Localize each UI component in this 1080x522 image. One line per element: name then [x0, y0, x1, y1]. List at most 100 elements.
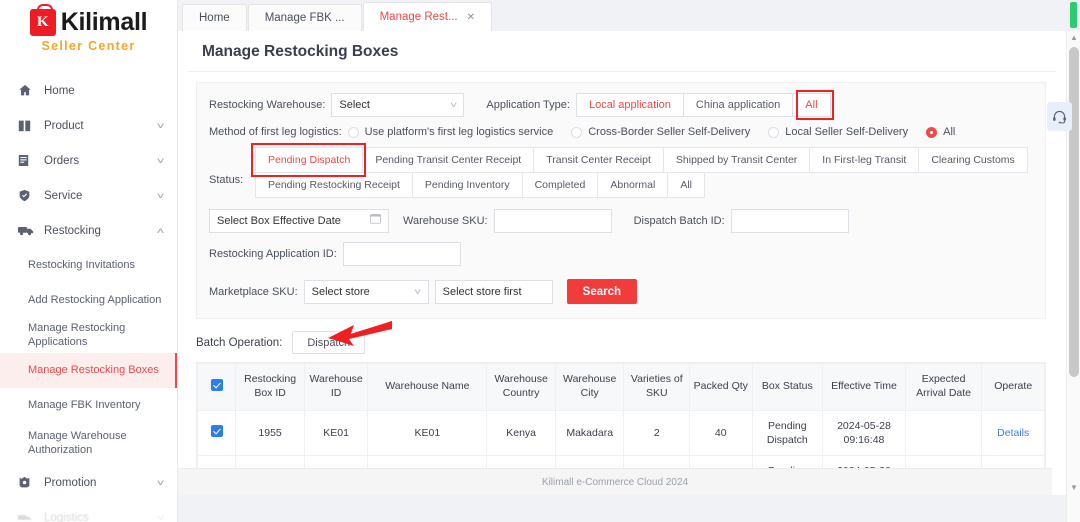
red-arrow-annotation — [328, 321, 392, 346]
sidebar-item-manage-restocking-boxes[interactable]: Manage Restocking Boxes — [0, 353, 177, 388]
segment-label: Local application — [588, 99, 671, 111]
footer-text: Kilimall e-Commerce Cloud 2024 — [541, 476, 689, 488]
application-type-all[interactable]: All — [793, 93, 831, 117]
sidebar-item-promotion[interactable]: Promotion ˅ — [0, 465, 177, 500]
sidebar-item-manage-restocking-applications[interactable]: Manage Restocking Applications — [0, 318, 177, 353]
sidebar-item-restocking-invitations[interactable]: Restocking Invitations — [0, 248, 177, 283]
sidebar-item-label: Restocking — [44, 224, 101, 237]
sidebar-item-add-restocking-application[interactable]: Add Restocking Application — [0, 283, 177, 318]
dispatch-batch-id-input[interactable] — [730, 209, 849, 233]
truck-icon — [18, 224, 36, 238]
status-tab-label: All — [680, 179, 692, 191]
status-tab-pending-transit-center-receipt[interactable]: Pending Transit Center Receipt — [363, 147, 535, 173]
application-type-china[interactable]: China application — [683, 93, 794, 117]
status-tab-row-2: Pending Restocking Receipt Pending Inven… — [255, 172, 1028, 198]
home-icon — [18, 84, 36, 98]
header-warehouse-city: Warehouse City — [554, 363, 625, 411]
radio-use-platform-service[interactable]: Use platform's first leg logistics servi… — [347, 126, 568, 138]
status-tab-transit-center-receipt[interactable]: Transit Center Receipt — [534, 147, 664, 173]
page-content: Manage Restocking Boxes Restocking Wareh… — [178, 31, 1066, 495]
marketplace-store-placeholder: Select store — [311, 285, 370, 298]
tab-home[interactable]: Home — [182, 4, 247, 31]
logistics-icon — [18, 511, 36, 522]
checkbox-checked-icon[interactable] — [210, 424, 223, 437]
radio-dot-icon — [571, 126, 583, 138]
sidebar-item-label: Home — [44, 84, 75, 97]
radio-local-seller-self-delivery[interactable]: Local Seller Self-Delivery — [768, 126, 922, 138]
scroll-up-arrow-icon[interactable]: ▲ — [1067, 33, 1080, 42]
radio-cross-border-self-delivery[interactable]: Cross-Border Seller Self-Delivery — [571, 126, 764, 138]
brand-name: Kilimall — [60, 8, 148, 36]
sidebar-item-label: Promotion — [44, 476, 97, 489]
vertical-scrollbar-thumb[interactable] — [1069, 47, 1079, 377]
details-link[interactable]: Details — [981, 410, 1045, 456]
customer-service-button[interactable] — [1047, 102, 1072, 131]
sidebar-item-service[interactable]: Service ˅ — [0, 178, 177, 213]
radio-dot-icon — [768, 126, 780, 138]
brand-subtitle: Seller Center — [41, 39, 136, 53]
sidebar-item-orders[interactable]: Orders ˅ — [0, 143, 177, 178]
sidebar-item-label: Product — [44, 119, 84, 132]
checkbox-checked-icon[interactable] — [210, 378, 223, 391]
box-effective-date-input[interactable]: Select Box Effective Date — [209, 209, 389, 233]
row-checkbox-cell[interactable] — [196, 410, 237, 456]
status-tab-clearing-customs[interactable]: Clearing Customs — [919, 147, 1028, 173]
status-tab-abnormal[interactable]: Abnormal — [598, 172, 669, 198]
sidebar-subitem-label: Add Restocking Application — [28, 293, 162, 306]
calendar-icon — [370, 210, 381, 232]
warehouse-sku-label: Warehouse SKU: — [403, 215, 488, 227]
status-tab-label: Pending Dispatch — [268, 154, 351, 166]
scroll-down-arrow-icon[interactable]: ▼ — [1067, 483, 1080, 492]
sidebar-item-manage-warehouse-authorization[interactable]: Manage Warehouse Authorization — [0, 423, 177, 465]
status-tab-shipped-by-transit-center[interactable]: Shipped by Transit Center — [663, 147, 811, 173]
search-button[interactable]: Search — [566, 279, 638, 304]
footer: Kilimall e-Commerce Cloud 2024 — [178, 468, 1052, 495]
segment-label: All — [805, 99, 818, 111]
radio-all-logistics[interactable]: All — [926, 126, 969, 138]
sidebar-item-label: Logistics — [44, 511, 89, 522]
green-status-indicator — [1070, 2, 1077, 28]
restocking-warehouse-placeholder: Select — [339, 99, 370, 111]
status-tab-pending-inventory[interactable]: Pending Inventory — [412, 172, 523, 198]
sidebar-item-restocking[interactable]: Restocking ˄ — [0, 213, 177, 248]
status-tab-in-first-leg-transit[interactable]: In First-leg Transit — [810, 147, 920, 173]
chevron-down-icon: ˅ — [156, 512, 165, 522]
restocking-warehouse-select[interactable]: Select ˅ — [331, 93, 465, 117]
sidebar-item-home[interactable]: Home — [0, 73, 177, 108]
status-tab-row-1: Pending Dispatch Pending Transit Center … — [255, 147, 1028, 173]
radio-dot-icon — [347, 126, 359, 138]
radio-label: Cross-Border Seller Self-Delivery — [588, 126, 751, 138]
headset-icon — [1053, 110, 1066, 124]
application-type-local[interactable]: Local application — [575, 93, 684, 117]
sidebar-subitem-label: Manage Restocking Boxes — [28, 363, 159, 376]
close-icon[interactable]: ✕ — [467, 12, 475, 23]
cell-warehouse-name: KE01 — [367, 410, 488, 456]
status-tab-pending-restocking-receipt[interactable]: Pending Restocking Receipt — [255, 172, 413, 198]
status-tab-all[interactable]: All — [668, 172, 705, 198]
warehouse-sku-input[interactable] — [493, 209, 612, 233]
restocking-application-id-input[interactable] — [342, 242, 461, 266]
table-row: 1955 KE01 KE01 Kenya Makadara 2 40 Pendi… — [196, 410, 1045, 456]
marketplace-sku-input[interactable]: Select store first — [434, 279, 553, 304]
dispatch-batch-id-label: Dispatch Batch ID: — [633, 215, 725, 227]
sidebar-item-logistics[interactable]: Logistics ˅ — [0, 500, 177, 522]
tab-manage-fbk[interactable]: Manage FBK ... — [247, 4, 362, 31]
tab-label: Home — [199, 12, 230, 24]
marketplace-store-select[interactable]: Select store ˅ — [303, 279, 429, 304]
status-tab-pending-dispatch[interactable]: Pending Dispatch — [255, 147, 364, 173]
cell-restocking-box-id: 1955 — [235, 410, 305, 456]
header-select-all[interactable] — [196, 363, 237, 411]
sidebar-item-product[interactable]: Product ˅ — [0, 108, 177, 143]
cell-box-status: Pending Dispatch — [751, 410, 824, 456]
tab-manage-restocking-boxes[interactable]: Manage Rest... ✕ — [362, 2, 492, 31]
brand-logo[interactable]: K Kilimall Seller Center — [0, 0, 177, 57]
sidebar-item-manage-fbk-inventory[interactable]: Manage FBK Inventory — [0, 388, 177, 423]
application-type-group: Local application China application All — [575, 90, 834, 120]
tab-bar: Home Manage FBK ... Manage Rest... ✕ — [178, 0, 1080, 31]
filter-row-status: Status: Pending Dispatch Pending Transit… — [209, 143, 1033, 198]
status-tab-label: Completed — [534, 179, 586, 191]
brand-logo-letter: K — [36, 14, 49, 30]
filter-row-first-leg-logistics: Method of first leg logistics: Use platf… — [209, 126, 1033, 138]
status-tab-completed[interactable]: Completed — [522, 172, 599, 198]
sidebar-item-label: Service — [44, 189, 83, 202]
